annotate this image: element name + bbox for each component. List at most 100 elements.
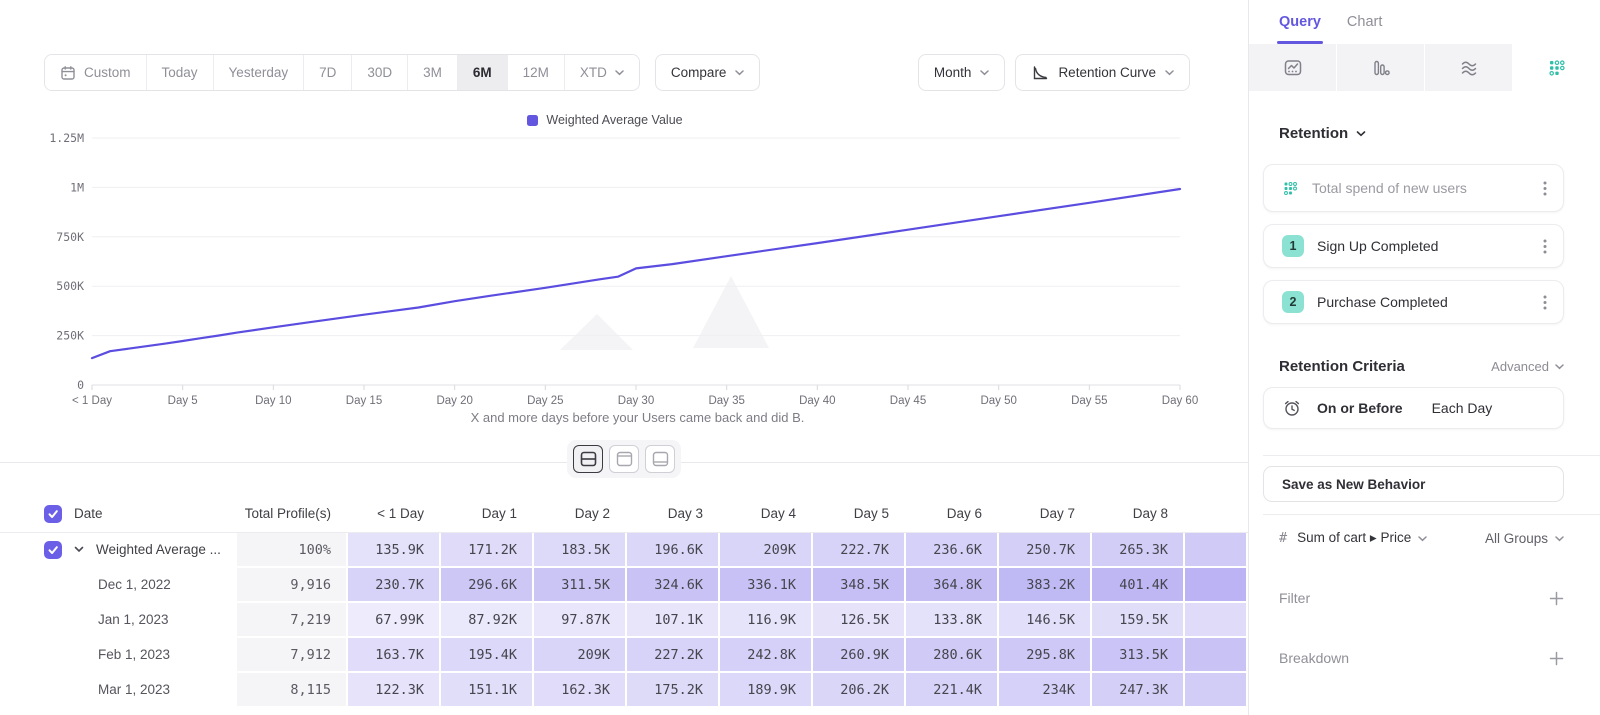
tab-chart[interactable]: Chart bbox=[1347, 12, 1382, 44]
layout-chart-only-button[interactable] bbox=[609, 445, 639, 473]
query-sidebar: Query Chart Retention Tot bbox=[1248, 0, 1600, 715]
criteria-card[interactable]: On or Before Each Day bbox=[1263, 387, 1564, 429]
retention-value-cell: 116.9K bbox=[720, 603, 813, 638]
retention-value-cell: 135.9K bbox=[348, 533, 441, 568]
chevron-down-icon bbox=[735, 70, 744, 76]
kebab-menu-icon[interactable] bbox=[1541, 235, 1549, 258]
retention-value-cell: 221.4K bbox=[906, 673, 999, 708]
legend-label: Weighted Average Value bbox=[546, 113, 682, 127]
granularity-label: Month bbox=[934, 65, 972, 80]
measure-row: # Sum of cart ▸ Price All Groups bbox=[1263, 515, 1564, 546]
compare-label: Compare bbox=[671, 65, 727, 80]
step-card-1[interactable]: 1 Sign Up Completed bbox=[1263, 224, 1564, 268]
line-chart-icon bbox=[1283, 58, 1303, 78]
retention-value-cell: 163.7K bbox=[348, 638, 441, 673]
column-header: Day 1 bbox=[441, 495, 534, 532]
chevron-down-icon[interactable] bbox=[74, 546, 84, 553]
retention-dashboard: Custom Today Yesterday 7D 30D 3M6M12MXTD Comp… bbox=[0, 0, 1600, 715]
chevron-down-icon bbox=[1356, 131, 1366, 137]
row-label: Mar 1, 2023 bbox=[98, 682, 170, 697]
group-scope-dropdown[interactable]: All Groups bbox=[1485, 531, 1564, 546]
legend-swatch bbox=[527, 115, 538, 126]
layout-table-only-button[interactable] bbox=[645, 445, 675, 473]
save-as-new-behavior-button[interactable]: Save as New Behavior bbox=[1263, 466, 1564, 502]
total-profiles-cell: 8,115 bbox=[237, 673, 348, 708]
table-row: Jan 1, 20237,21967.99K87.92K97.87K107.1K… bbox=[0, 603, 1248, 638]
step-card-2[interactable]: 2 Purchase Completed bbox=[1263, 280, 1564, 324]
retention-value-cell: 336.1K bbox=[720, 568, 813, 603]
range-label: Today bbox=[162, 65, 198, 80]
y-axis-label: 750K bbox=[56, 230, 84, 244]
range-yesterday-button[interactable]: Yesterday bbox=[213, 55, 304, 90]
kebab-menu-icon[interactable] bbox=[1541, 177, 1549, 200]
breakdown-label: Breakdown bbox=[1279, 650, 1349, 666]
tab-bar-chart[interactable] bbox=[1336, 44, 1424, 91]
retention-value-cell: 162.3K bbox=[534, 673, 627, 708]
add-breakdown-button[interactable] bbox=[1549, 651, 1564, 666]
layout-toggle-group bbox=[567, 440, 681, 478]
kebab-menu-icon[interactable] bbox=[1541, 291, 1549, 314]
chevron-down-icon bbox=[1165, 70, 1174, 76]
breakdown-section: Breakdown bbox=[1263, 650, 1564, 666]
table-row: Feb 1, 20237,912163.7K195.4K209K227.2K24… bbox=[0, 638, 1248, 673]
range-label: 30D bbox=[367, 65, 392, 80]
chevron-down-icon bbox=[1418, 536, 1427, 542]
watermark-triangle bbox=[693, 276, 769, 348]
compare-button[interactable]: Compare bbox=[655, 54, 761, 91]
range-xtd-button[interactable]: XTD bbox=[564, 55, 639, 90]
retention-value-cell: 222.7K bbox=[813, 533, 906, 568]
tab-flow[interactable] bbox=[1424, 44, 1512, 91]
retention-value-cell: 280.6K bbox=[906, 638, 999, 673]
retention-value-cell: 206.2K bbox=[813, 673, 906, 708]
chevron-down-icon bbox=[615, 70, 624, 76]
measure-property-dropdown[interactable]: Sum of cart ▸ Price bbox=[1297, 530, 1427, 546]
filter-label: Filter bbox=[1279, 590, 1310, 606]
retention-value-cell: 159.5K bbox=[1092, 603, 1185, 638]
tab-retention[interactable] bbox=[1512, 44, 1600, 91]
retention-value-cell: 133.8K bbox=[906, 603, 999, 638]
filter-section: Filter bbox=[1263, 590, 1564, 606]
x-axis-label: Day 30 bbox=[618, 395, 654, 407]
retention-value-cell: 247.3K bbox=[1092, 673, 1185, 708]
range-today-button[interactable]: Today bbox=[146, 55, 213, 90]
range-30d-button[interactable]: 30D bbox=[351, 55, 407, 90]
criteria-period: Each Day bbox=[1432, 400, 1493, 416]
range-3m-button[interactable]: 3M bbox=[407, 55, 457, 90]
retention-value-cell: 348.5K bbox=[813, 568, 906, 603]
x-axis-label: Day 5 bbox=[168, 395, 198, 407]
row-checkbox[interactable] bbox=[44, 541, 62, 559]
chevron-down-icon bbox=[980, 70, 989, 76]
retention-value-cell: 230.7K bbox=[348, 568, 441, 603]
column-header: Day 7 bbox=[999, 495, 1092, 532]
behavior-card[interactable]: Total spend of new users bbox=[1263, 164, 1564, 212]
flow-icon bbox=[1459, 58, 1479, 78]
tab-line-chart[interactable] bbox=[1249, 44, 1336, 91]
range-7d-button[interactable]: 7D bbox=[303, 55, 351, 90]
retention-grid-icon bbox=[1547, 58, 1567, 78]
retention-value-cell: 171.2K bbox=[441, 533, 534, 568]
table-row: Weighted Average ...100%135.9K171.2K183.… bbox=[0, 533, 1248, 568]
range-6m-button[interactable]: 6M bbox=[457, 55, 507, 90]
chart-view-dropdown[interactable]: Retention Curve bbox=[1015, 54, 1190, 91]
measure-property-label: Sum of cart ▸ Price bbox=[1297, 530, 1411, 546]
range-label: Yesterday bbox=[229, 65, 289, 80]
criteria-heading: Retention Criteria bbox=[1279, 358, 1405, 375]
range-custom-button[interactable]: Custom bbox=[45, 55, 146, 90]
x-axis-label: Day 55 bbox=[1071, 395, 1107, 407]
criteria-mode-dropdown[interactable]: Advanced bbox=[1491, 359, 1564, 374]
y-axis-label: 250K bbox=[56, 329, 84, 343]
tab-query[interactable]: Query bbox=[1279, 12, 1321, 44]
x-axis-label: Day 60 bbox=[1162, 395, 1198, 407]
range-12m-button[interactable]: 12M bbox=[507, 55, 564, 90]
column-header: Total Profile(s) bbox=[237, 495, 348, 532]
group-scope-label: All Groups bbox=[1485, 531, 1548, 546]
granularity-dropdown[interactable]: Month bbox=[918, 54, 1006, 91]
retention-value-cell-overflow bbox=[1185, 533, 1248, 568]
report-type-selector[interactable]: Retention bbox=[1263, 125, 1564, 142]
total-profiles-cell: 9,916 bbox=[237, 568, 348, 603]
select-all-checkbox[interactable] bbox=[44, 505, 62, 523]
column-header: Day 8 bbox=[1092, 495, 1185, 532]
add-filter-button[interactable] bbox=[1549, 591, 1564, 606]
layout-split-view-button[interactable] bbox=[573, 445, 603, 473]
chart-line-weighted-average bbox=[92, 189, 1180, 358]
